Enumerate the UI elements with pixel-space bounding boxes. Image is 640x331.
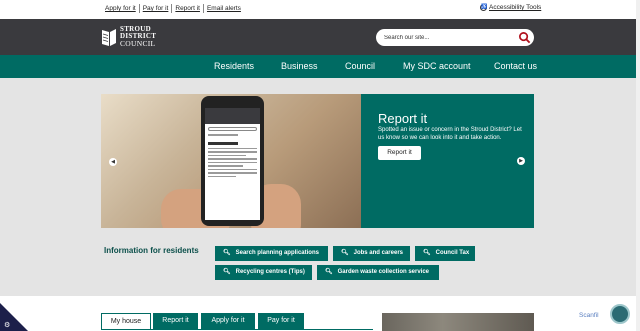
hero-image	[101, 94, 361, 228]
nav-residents[interactable]: Residents	[214, 61, 254, 71]
search-icon: 🔍︎	[325, 269, 333, 275]
utility-link-pay[interactable]: Pay for it	[140, 4, 173, 13]
tab-pay-for-it[interactable]: Pay for it	[258, 313, 304, 329]
nav-council[interactable]: Council	[345, 61, 375, 71]
logo-book-icon	[102, 28, 116, 46]
scanfil-icon[interactable]	[610, 304, 630, 324]
nav-my-sdc-account[interactable]: My SDC account	[403, 61, 471, 71]
hero-panel: Report it Spotted an issue or concern in…	[361, 94, 534, 228]
tab-report-it[interactable]: Report it	[153, 313, 198, 329]
hero-description: Spotted an issue or concern in the Strou…	[378, 127, 522, 141]
carousel-prev-icon[interactable]: ◀	[109, 158, 117, 166]
search-icon[interactable]	[518, 31, 531, 44]
search-icon: 🔍︎	[423, 250, 431, 256]
search-icon: 🔍︎	[341, 250, 349, 256]
utility-bar: Apply for it Pay for it Report it Email …	[0, 0, 640, 19]
lower-section: My house Report it Apply for it Pay for …	[0, 296, 640, 331]
utility-link-email-alerts[interactable]: Email alerts	[204, 4, 244, 13]
scrollbar[interactable]	[636, 0, 640, 331]
scanfil-badge: Scanfil	[579, 312, 599, 319]
jobs-and-careers-button[interactable]: 🔍︎ Jobs and careers	[333, 246, 410, 261]
garden-waste-button[interactable]: 🔍︎ Garden waste collection service	[317, 265, 439, 280]
search-icon: 🔍︎	[223, 269, 231, 275]
tab-apply-for-it[interactable]: Apply for it	[201, 313, 255, 329]
council-logo[interactable]: STROUD DISTRICT COUNCIL	[101, 26, 156, 47]
site-search	[376, 29, 534, 46]
hero-carousel: Report it Spotted an issue or concern in…	[101, 94, 534, 228]
accessibility-tools-link[interactable]: Accessibility Tools	[489, 4, 541, 11]
phone-illustration	[201, 96, 264, 226]
search-planning-applications-button[interactable]: 🔍︎ Search planning applications	[215, 246, 328, 261]
report-it-button[interactable]: Report it	[378, 146, 421, 160]
carousel-next-icon[interactable]: ▶	[517, 157, 525, 165]
logo-line-3: COUNCIL	[120, 39, 156, 48]
accessibility-icon: ♿	[480, 4, 488, 11]
info-residents-title: Information for residents	[104, 246, 199, 255]
nav-contact-us[interactable]: Contact us	[494, 61, 537, 71]
search-icon: 🔍︎	[223, 250, 231, 256]
utility-links: Apply for it Pay for it Report it Email …	[104, 4, 244, 13]
cookie-settings-icon[interactable]: ⚙	[4, 321, 10, 329]
accessibility-tools[interactable]: ♿ Accessibility Tools	[480, 4, 541, 11]
site-header: STROUD DISTRICT COUNCIL	[0, 19, 640, 55]
nav-business[interactable]: Business	[281, 61, 318, 71]
utility-link-apply[interactable]: Apply for it	[104, 4, 140, 13]
utility-link-report[interactable]: Report it	[172, 4, 204, 13]
council-tax-button[interactable]: 🔍︎ Council Tax	[415, 246, 475, 261]
hero-title: Report it	[378, 111, 428, 126]
recycling-centres-button[interactable]: 🔍︎ Recycling centres (Tips)	[215, 265, 312, 280]
tab-my-house[interactable]: My house	[101, 313, 151, 329]
tab-underline	[101, 329, 373, 330]
feature-image	[382, 313, 534, 331]
main-nav: Residents Business Council My SDC accoun…	[0, 55, 640, 78]
search-input[interactable]	[384, 32, 514, 43]
